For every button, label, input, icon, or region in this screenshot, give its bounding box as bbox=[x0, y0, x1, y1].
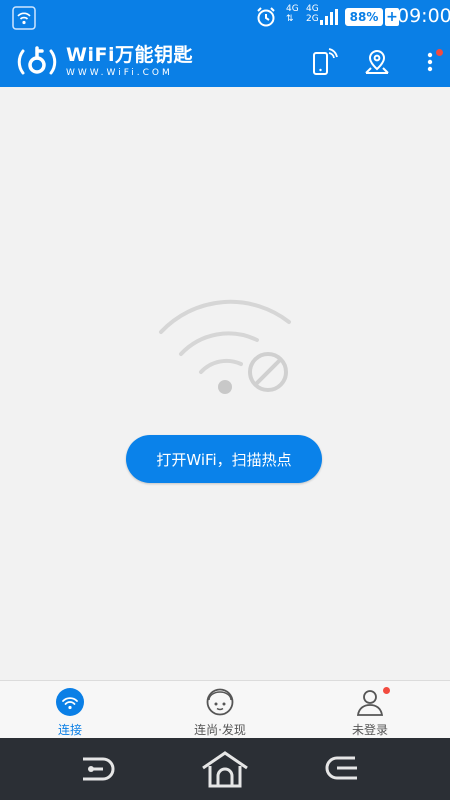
wifi-key-logo-icon bbox=[17, 46, 57, 75]
user-icon bbox=[356, 690, 384, 716]
open-wifi-scan-button[interactable]: 打开WiFi，扫描热点 bbox=[126, 435, 322, 483]
tab-discover-label: 连尚·发现 bbox=[194, 723, 246, 737]
tab-login[interactable]: 未登录 bbox=[310, 681, 430, 739]
alarm-icon bbox=[257, 7, 275, 27]
tab-connect-label: 连接 bbox=[57, 723, 82, 737]
network-type-2g: 2G bbox=[306, 14, 319, 24]
recent-apps-icon[interactable] bbox=[325, 750, 365, 788]
phone-signal-icon[interactable] bbox=[308, 47, 338, 77]
tab-connect[interactable]: 连接 bbox=[10, 681, 130, 739]
brand: WiFi万能钥匙 WWW.WiFi.COM bbox=[66, 44, 193, 79]
network-type-4g: 4G bbox=[286, 4, 299, 14]
bottom-tab-bar: 连接 连尚·发现 未登录 bbox=[0, 680, 450, 738]
status-bar: 4G ⇅ 4G 2G 88% + 09:00 bbox=[0, 0, 450, 35]
home-icon[interactable] bbox=[200, 750, 250, 788]
brand-name: WiFi万能钥匙 bbox=[66, 44, 193, 66]
app-bar: WiFi万能钥匙 WWW.WiFi.COM bbox=[0, 35, 450, 87]
signal-bars-icon bbox=[320, 9, 338, 25]
notification-badge bbox=[436, 49, 443, 56]
map-location-icon[interactable] bbox=[362, 47, 392, 77]
tab-login-label: 未登录 bbox=[351, 723, 388, 737]
network-arrows-icon: ⇅ bbox=[286, 14, 294, 24]
wifi-notification-icon bbox=[12, 6, 36, 30]
discover-face-icon bbox=[206, 688, 234, 716]
back-icon[interactable] bbox=[75, 750, 115, 788]
main-content: 打开WiFi，扫描热点 bbox=[0, 87, 450, 680]
network-type-secondary: 4G 2G bbox=[306, 4, 319, 24]
wifi-disabled-icon bbox=[159, 299, 291, 394]
network-type-4g-secondary: 4G bbox=[306, 4, 319, 14]
wifi-icon bbox=[56, 688, 84, 716]
system-nav-bar bbox=[0, 738, 450, 800]
network-type: 4G ⇅ bbox=[286, 4, 299, 24]
tab-discover[interactable]: 连尚·发现 bbox=[160, 681, 280, 739]
status-clock: 09:00 bbox=[397, 5, 450, 27]
login-badge bbox=[383, 687, 390, 694]
battery-indicator: 88% bbox=[345, 8, 383, 26]
brand-url: WWW.WiFi.COM bbox=[66, 68, 173, 78]
